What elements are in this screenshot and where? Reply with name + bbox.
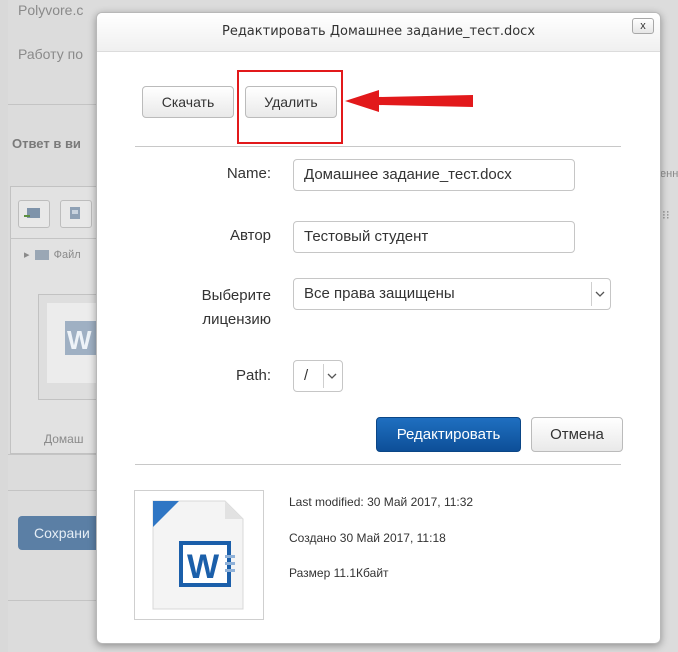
bg-divider xyxy=(8,104,104,105)
license-select-value: Все права защищены xyxy=(304,285,455,302)
separator-bottom xyxy=(135,464,621,465)
bg-text-line: Работу по xyxy=(18,46,83,62)
bg-divider-5 xyxy=(8,600,104,601)
bg-add-file-icon xyxy=(18,200,50,228)
svg-text:W: W xyxy=(187,548,220,586)
bg-grid-icon: ⁝⁝ xyxy=(662,208,670,222)
bg-divider-2 xyxy=(10,238,110,239)
red-arrow-icon xyxy=(345,90,473,112)
license-select[interactable]: Все права защищены xyxy=(293,278,611,310)
bg-folder-row: ▸ Файл xyxy=(24,248,81,261)
last-modified-value: 30 Май 2017, 11:32 xyxy=(367,495,474,509)
highlight-box xyxy=(237,70,343,144)
author-label: Автор xyxy=(229,227,271,244)
bg-download-icon xyxy=(60,200,92,228)
created-row: Создано 30 Май 2017, 11:18 xyxy=(289,531,446,545)
path-label: Path: xyxy=(235,367,271,384)
bg-right-cut-text: енн xyxy=(660,168,678,180)
size-row: Размер 11.1Кбайт xyxy=(289,566,389,580)
bg-folder-icon xyxy=(34,250,49,261)
created-value: 30 Май 2017, 11:18 xyxy=(339,531,446,545)
name-field[interactable]: Домашнее задание_тест.docx xyxy=(293,159,575,191)
author-field[interactable]: Тестовый студент xyxy=(293,221,575,253)
bg-file-thumb: W xyxy=(38,294,102,400)
bg-file-label: Домаш xyxy=(44,432,84,446)
license-label-line2: лицензию xyxy=(202,311,271,328)
path-select[interactable]: / xyxy=(293,360,343,392)
close-button[interactable]: x xyxy=(632,18,654,34)
svg-text:W: W xyxy=(67,325,92,355)
last-modified-row: Last modified: 30 Май 2017, 11:32 xyxy=(289,495,473,509)
cancel-button[interactable]: Отмена xyxy=(531,417,623,452)
last-modified-label: Last modified: xyxy=(289,495,364,509)
download-button[interactable]: Скачать xyxy=(142,86,234,118)
dialog-title: Редактировать Домашнее задание_тест.docx xyxy=(221,24,536,39)
chevron-down-icon xyxy=(591,282,608,306)
size-label: Размер xyxy=(289,566,331,580)
size-value: 11.1Кбайт xyxy=(333,566,389,580)
bg-answer-heading: Ответ в ви xyxy=(12,136,81,151)
name-label: Name: xyxy=(226,165,271,182)
edit-file-dialog: Редактировать Домашнее задание_тест.docx… xyxy=(96,12,661,644)
separator-top xyxy=(135,146,621,147)
bg-folder-label: Файл xyxy=(53,249,81,261)
bg-divider-4 xyxy=(8,490,104,491)
word-document-icon: W xyxy=(152,500,244,610)
close-icon: x xyxy=(640,20,646,32)
file-thumbnail: W xyxy=(134,490,264,620)
path-select-value: / xyxy=(304,367,309,384)
created-label: Создано xyxy=(289,531,337,545)
chevron-down-icon xyxy=(323,364,340,388)
license-label: Выберите лицензию xyxy=(202,284,271,332)
bg-divider-3 xyxy=(8,454,104,455)
bg-expand-icon: ▸ xyxy=(24,249,30,261)
bg-top-link: Polyvore.c xyxy=(18,2,84,18)
dialog-header: Редактировать Домашнее задание_тест.docx… xyxy=(97,13,660,52)
license-label-line1: Выберите xyxy=(201,287,271,304)
edit-button[interactable]: Редактировать xyxy=(376,417,521,452)
